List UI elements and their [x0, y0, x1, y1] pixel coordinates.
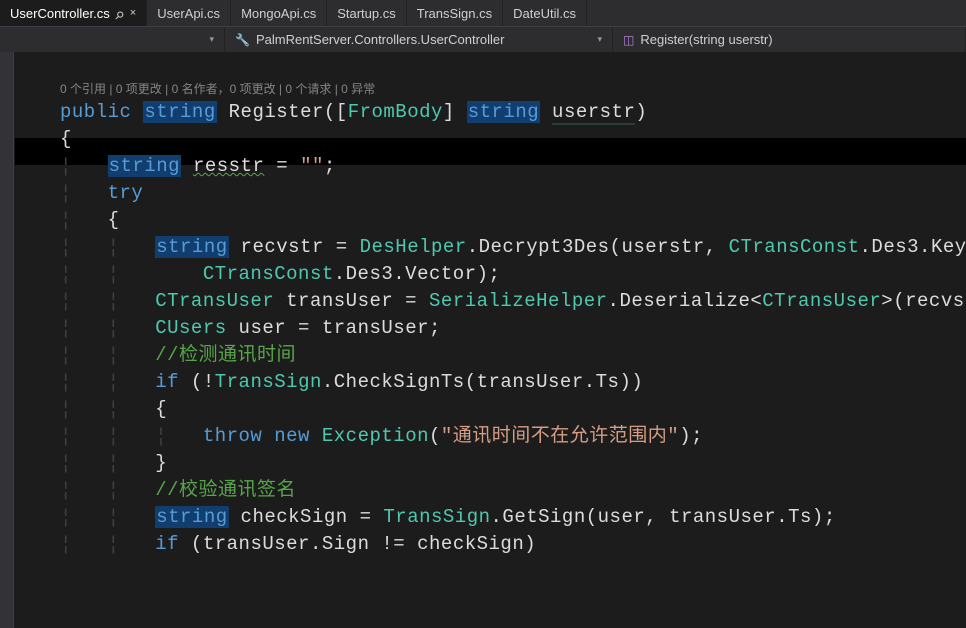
tab-label: Startup.cs — [337, 6, 396, 21]
code-line: ¦ ¦ { — [14, 396, 966, 423]
code-line: ¦ ¦ CTransConst.Des3.Vector); — [14, 261, 966, 288]
tab-label: TransSign.cs — [417, 6, 492, 21]
code-line: ¦ ¦ //校验通讯签名 — [14, 477, 966, 504]
chevron-down-icon: ▾ — [197, 34, 214, 45]
code-editor[interactable]: 0 个引用 | 0 项更改 | 0 名作者，0 项更改 | 0 个请求 | 0 … — [0, 52, 966, 628]
nav-class-label: PalmRentServer.Controllers.UserControlle… — [256, 32, 505, 47]
nav-class-dropdown[interactable]: 🔧 PalmRentServer.Controllers.UserControl… — [225, 27, 613, 52]
code-content: 0 个引用 | 0 项更改 | 0 名作者，0 项更改 | 0 个请求 | 0 … — [14, 52, 966, 612]
code-line: ¦ { — [14, 207, 966, 234]
tab-mongoapi[interactable]: MongoApi.cs — [231, 0, 327, 26]
code-line: ¦ try — [14, 180, 966, 207]
code-line: ¦ ¦ string checkSign = TransSign.GetSign… — [14, 504, 966, 531]
tab-label: DateUtil.cs — [513, 6, 576, 21]
code-line: ¦ string resstr = ""; — [14, 153, 966, 180]
codelens-info[interactable]: 0 个引用 | 0 项更改 | 0 名作者，0 项更改 | 0 个请求 | 0 … — [60, 79, 966, 99]
tab-label: MongoApi.cs — [241, 6, 316, 21]
tab-startup[interactable]: Startup.cs — [327, 0, 407, 26]
outline-margin — [0, 52, 14, 628]
file-tabstrip: UserController.cs ⚲ × UserApi.cs MongoAp… — [0, 0, 966, 26]
code-line: public string Register([FromBody] string… — [14, 99, 966, 126]
nav-member-label: Register(string userstr) — [640, 32, 772, 47]
code-line: ¦ ¦ CUsers user = transUser; — [14, 315, 966, 342]
tab-label: UserController.cs — [10, 6, 110, 21]
nav-member-dropdown[interactable]: ◫ Register(string userstr) — [613, 27, 966, 52]
tab-dateutil[interactable]: DateUtil.cs — [503, 0, 587, 26]
code-line: ¦ ¦ if (!TransSign.CheckSignTs(transUser… — [14, 369, 966, 396]
tab-transsign[interactable]: TransSign.cs — [407, 0, 503, 26]
tab-label: UserApi.cs — [157, 6, 220, 21]
code-line: ¦ ¦ } — [14, 450, 966, 477]
tab-userapi[interactable]: UserApi.cs — [147, 0, 231, 26]
nav-project-dropdown[interactable]: ▾ — [0, 27, 225, 52]
tab-usercontroller[interactable]: UserController.cs ⚲ × — [0, 0, 147, 26]
class-icon: 🔧 — [235, 33, 250, 47]
code-line: ¦ ¦ ¦ throw new Exception("通讯时间不在允许范围内")… — [14, 423, 966, 450]
code-line: { — [14, 126, 966, 153]
code-line: ¦ ¦ //检测通讯时间 — [14, 342, 966, 369]
method-icon: ◫ — [623, 33, 634, 47]
code-line: ¦ ¦ CTransUser transUser = SerializeHelp… — [14, 288, 966, 315]
chevron-down-icon: ▾ — [585, 34, 602, 45]
code-line: ¦ ¦ if (transUser.Sign != checkSign) — [14, 531, 966, 558]
code-line: ¦ ¦ string recvstr = DesHelper.Decrypt3D… — [14, 234, 966, 261]
nav-breadcrumb: ▾ 🔧 PalmRentServer.Controllers.UserContr… — [0, 26, 966, 52]
